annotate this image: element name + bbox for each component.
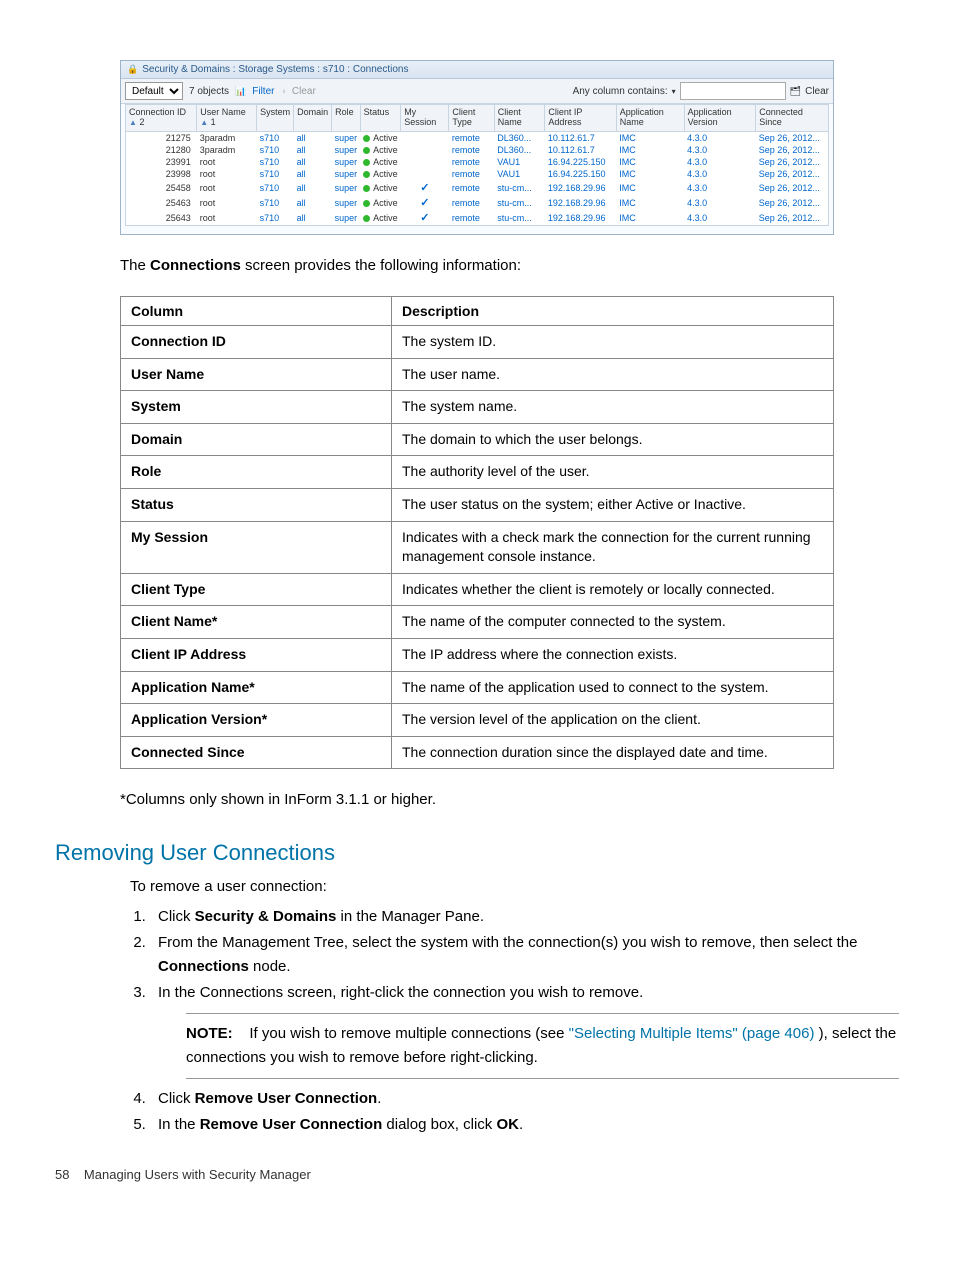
desc-row: User NameThe user name. (121, 358, 834, 391)
filter-button[interactable]: Filter (252, 86, 274, 97)
intro-remove: To remove a user connection: (130, 876, 899, 899)
desc-row: StatusThe user status on the system; eit… (121, 488, 834, 521)
desc-row: My SessionIndicates with a check mark th… (121, 521, 834, 573)
step-1: Click Security & Domains in the Manager … (150, 905, 899, 929)
export-icon[interactable]: 🗂 (790, 86, 801, 97)
category-select[interactable]: Default (125, 82, 183, 100)
description-table: Column Description Connection IDThe syst… (120, 296, 834, 769)
col-client-ip[interactable]: Client IP Address (545, 105, 616, 132)
table-row[interactable]: 23998roots710allsuperActiveremoteVAU116.… (126, 168, 829, 180)
table-row[interactable]: 25458roots710allsuperActive✓remotestu-cm… (126, 180, 829, 195)
col-app-version[interactable]: Application Version (684, 105, 756, 132)
steps-list: Click Security & Domains in the Manager … (130, 905, 899, 1137)
col-connected-since[interactable]: Connected Since (756, 105, 829, 132)
window-titlebar: 🔒 Security & Domains : Storage Systems :… (121, 61, 833, 79)
any-column-label: Any column contains: (573, 86, 668, 97)
note-box: NOTE: If you wish to remove multiple con… (186, 1013, 899, 1079)
intro-text: The Connections screen provides the foll… (120, 255, 834, 276)
search-input[interactable] (680, 82, 786, 100)
breadcrumb: Security & Domains : Storage Systems : s… (142, 64, 408, 75)
col-role[interactable]: Role (332, 105, 361, 132)
col-app-name[interactable]: Application Name (616, 105, 684, 132)
col-system[interactable]: System (257, 105, 294, 132)
desc-row: DomainThe domain to which the user belon… (121, 423, 834, 456)
clear-right-button[interactable]: Clear (805, 86, 829, 97)
table-row[interactable]: 23991roots710allsuperActiveremoteVAU116.… (126, 156, 829, 168)
desc-row: Application Version*The version level of… (121, 704, 834, 737)
lock-icon: 🔒 (127, 64, 138, 75)
table-row[interactable]: 25643roots710allsuperActive✓remotestu-cm… (126, 210, 829, 226)
step-4: Click Remove User Connection. (150, 1087, 899, 1111)
filter-icon: 📊 (235, 86, 246, 97)
desc-row: Connected SinceThe connection duration s… (121, 736, 834, 769)
clear-icon: ◑ (280, 86, 285, 96)
clear-button[interactable]: Clear (292, 86, 316, 97)
selecting-multiple-link[interactable]: "Selecting Multiple Items" (page 406) (569, 1025, 815, 1042)
connections-table[interactable]: Connection ID ▲ 2 User Name ▲ 1 System D… (125, 104, 829, 226)
page-footer: 58 Managing Users with Security Manager (55, 1167, 899, 1182)
section-heading: Removing User Connections (55, 840, 899, 866)
step-2: From the Management Tree, select the sys… (150, 931, 899, 979)
desc-row: Client Name*The name of the computer con… (121, 606, 834, 639)
desc-row: RoleThe authority level of the user. (121, 456, 834, 489)
col-connection-id[interactable]: Connection ID ▲ 2 (126, 105, 197, 132)
desc-row: SystemThe system name. (121, 391, 834, 424)
col-client-name[interactable]: Client Name (494, 105, 545, 132)
desc-row: Client IP AddressThe IP address where th… (121, 638, 834, 671)
desc-head-description: Description (392, 297, 834, 326)
object-count: 7 objects (189, 86, 229, 97)
desc-row: Application Name*The name of the applica… (121, 671, 834, 704)
toolbar: Default 7 objects 📊 Filter ◑ Clear Any c… (121, 79, 833, 104)
col-client-type[interactable]: Client Type (449, 105, 494, 132)
desc-row: Client TypeIndicates whether the client … (121, 573, 834, 606)
table-row[interactable]: 212753paradms710allsuperActiveremoteDL36… (126, 132, 829, 145)
col-user-name[interactable]: User Name ▲ 1 (197, 105, 257, 132)
step-5: In the Remove User Connection dialog box… (150, 1113, 899, 1137)
sort-asc-icon: ▲ (129, 118, 137, 127)
connections-screenshot: 🔒 Security & Domains : Storage Systems :… (120, 60, 834, 235)
col-domain[interactable]: Domain (294, 105, 332, 132)
desc-head-column: Column (121, 297, 392, 326)
sort-asc-icon: ▲ (200, 118, 208, 127)
footnote: *Columns only shown in InForm 3.1.1 or h… (120, 789, 834, 810)
chevron-down-icon[interactable]: ▾ (672, 87, 676, 96)
col-my-session[interactable]: My Session (401, 105, 449, 132)
footer-title: Managing Users with Security Manager (84, 1167, 311, 1182)
page-number: 58 (55, 1167, 69, 1182)
table-row[interactable]: 25463roots710allsuperActive✓remotestu-cm… (126, 195, 829, 210)
desc-row: Connection IDThe system ID. (121, 326, 834, 359)
col-status[interactable]: Status (360, 105, 401, 132)
table-row[interactable]: 212803paradms710allsuperActiveremoteDL36… (126, 144, 829, 156)
step-3: In the Connections screen, right-click t… (150, 981, 899, 1079)
